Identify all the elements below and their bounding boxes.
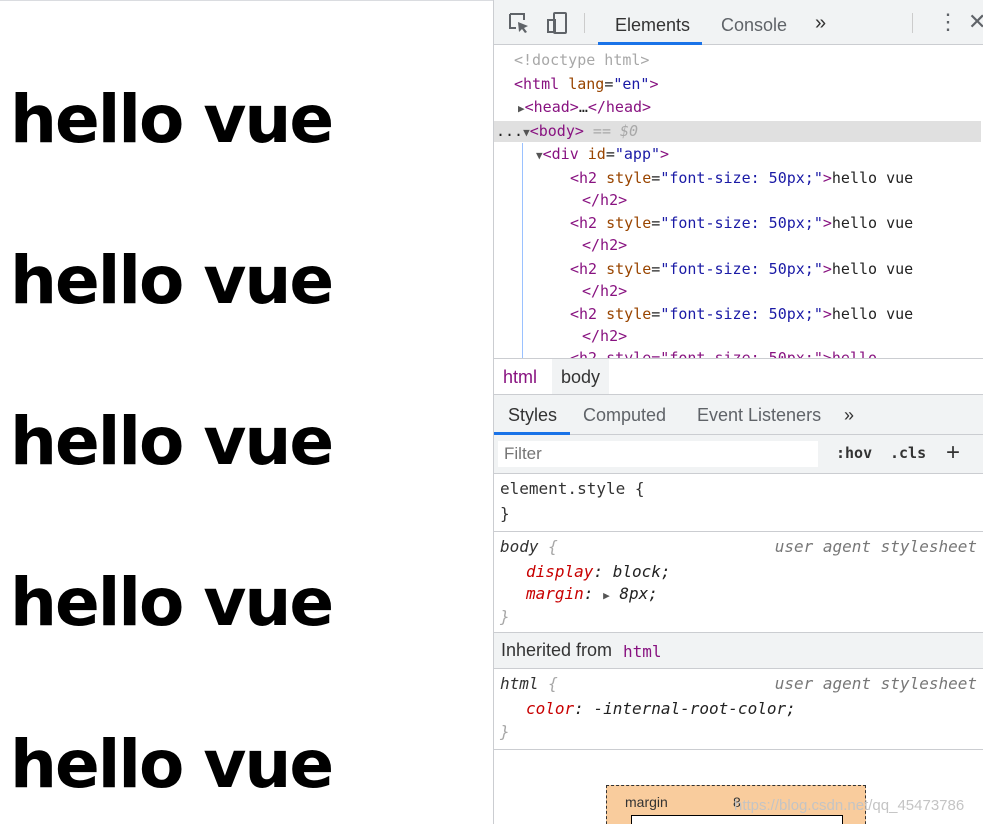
breadcrumb-body[interactable]: body (552, 359, 610, 394)
node-actions-icon[interactable]: ... (496, 122, 523, 140)
breadcrumb: html body (494, 359, 983, 395)
head-node[interactable]: ▶<head>…</head> (518, 96, 651, 118)
div-app-node[interactable]: ▼<div id="app"> (536, 143, 669, 165)
hello-heading: hello vue (10, 81, 334, 158)
hello-heading: hello vue (10, 726, 334, 803)
h2-close: </h2> (582, 191, 628, 209)
tab-console[interactable]: Console (721, 0, 787, 44)
rule-selector: html { (500, 674, 558, 693)
tab-event-listeners[interactable]: Event Listeners (697, 395, 821, 435)
inherited-from-section: Inherited from html (494, 633, 983, 669)
h2-close: </h2> (582, 327, 628, 345)
collapse-arrow-icon[interactable]: ▼ (536, 149, 543, 162)
more-tabs-button[interactable]: » (815, 12, 826, 35)
toolbar-separator (912, 13, 913, 33)
hov-toggle-button[interactable]: :hov (836, 444, 872, 462)
styles-subtabs: Styles Computed Event Listeners » (494, 395, 983, 435)
filter-input[interactable] (498, 441, 818, 467)
h2-node[interactable]: <h2 style="font-size: 50px;">hello vue (570, 258, 913, 280)
styles-filter-bar: :hov .cls + (494, 435, 983, 474)
kebab-menu-icon[interactable]: ⋮ (937, 10, 959, 34)
html-ua-rule[interactable]: html { user agent stylesheet color: -int… (494, 669, 983, 750)
css-declaration[interactable]: color: -internal-root-color; (526, 697, 796, 720)
rule-selector: element.style { (500, 479, 645, 498)
more-subtabs-button[interactable]: » (844, 395, 854, 435)
new-style-rule-button[interactable]: + (946, 439, 960, 467)
close-icon[interactable]: ✕ (968, 10, 983, 34)
indent-guide (522, 143, 523, 358)
h2-node[interactable]: <h2 style="font-size: 50px;">hello vue (570, 167, 913, 189)
breadcrumb-html[interactable]: html (494, 359, 546, 394)
devtools-panel: Elements Console » ⋮ ✕ <!doctype html> <… (493, 0, 983, 824)
css-declaration[interactable]: display: block; (526, 560, 671, 583)
element-style-rule[interactable]: element.style { } (494, 474, 983, 532)
h2-close: </h2> (582, 236, 628, 254)
inherited-tag-link[interactable]: html (623, 642, 662, 661)
doctype-node[interactable]: <!doctype html> (514, 49, 649, 71)
inherited-label: Inherited from (501, 640, 613, 660)
hello-heading: hello vue (10, 564, 334, 641)
html-node[interactable]: <html lang="en"> (514, 73, 659, 95)
h2-node[interactable]: <h2 style="font-size: 50px;">hello vue (570, 303, 913, 325)
rule-close-brace: } (500, 722, 510, 741)
h2-node[interactable]: <h2 style="font-size: 50px;">hello vue (570, 212, 913, 234)
cls-toggle-button[interactable]: .cls (890, 444, 926, 462)
device-toolbar-icon[interactable] (546, 12, 568, 34)
dom-tree[interactable]: <!doctype html> <html lang="en"> ▶<head>… (494, 45, 983, 359)
h2-close: </h2> (582, 282, 628, 300)
tab-computed[interactable]: Computed (583, 395, 666, 435)
user-agent-stylesheet-label: user agent stylesheet (774, 674, 977, 693)
rule-close-brace: } (500, 607, 510, 626)
hello-heading: hello vue (10, 242, 334, 319)
devtools-toolbar: Elements Console » ⋮ ✕ (494, 0, 983, 45)
tab-styles[interactable]: Styles (508, 395, 557, 435)
h2-node-partial[interactable]: <h2 style="font-size: 50px;">hello (570, 347, 877, 358)
collapse-arrow-icon[interactable]: ▼ (523, 126, 530, 139)
expand-arrow-icon[interactable]: ▶ (518, 102, 525, 115)
inspect-element-icon[interactable] (508, 12, 530, 34)
toolbar-separator (584, 13, 585, 33)
rendered-page: hello vue hello vue hello vue hello vue … (0, 0, 493, 824)
expand-arrow-icon[interactable]: ▶ (603, 589, 610, 602)
body-node[interactable]: ...▼<body> == $0 (496, 120, 638, 142)
tab-elements[interactable]: Elements (615, 0, 690, 44)
margin-label: margin (625, 794, 668, 810)
user-agent-stylesheet-label: user agent stylesheet (774, 537, 977, 556)
rule-selector: body { (500, 537, 558, 556)
css-declaration[interactable]: margin: ▶ 8px; (526, 582, 658, 607)
watermark: https://blog.csdn.net/qq_45473786 (734, 797, 965, 814)
border-box (631, 815, 843, 824)
hello-heading: hello vue (10, 403, 334, 480)
body-ua-rule[interactable]: body { user agent stylesheet display: bl… (494, 532, 983, 633)
rule-close-brace: } (500, 504, 510, 523)
